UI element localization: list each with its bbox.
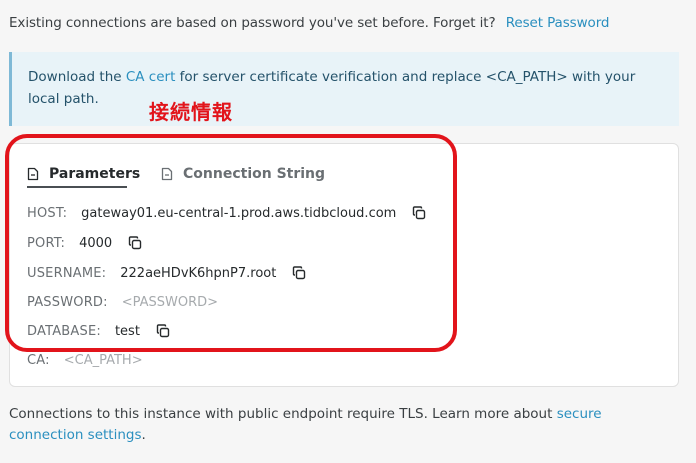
tls-notice-text: Connections to this instance with public… (9, 406, 557, 422)
ca-info-prefix: Download the (28, 69, 126, 85)
reset-password-link[interactable]: Reset Password (506, 15, 610, 31)
ca-label: CA: (27, 352, 50, 368)
host-label: HOST: (27, 205, 68, 221)
password-label: PASSWORD: (27, 294, 108, 310)
tab-connection-string[interactable]: Connection String (161, 160, 325, 188)
tls-notice: Connections to this instance with public… (9, 404, 679, 446)
param-row-ca: CA: <CA_PATH> (27, 351, 143, 369)
tls-notice-suffix: . (141, 427, 146, 443)
param-row-port: PORT: 4000 (27, 234, 142, 252)
username-value: 222aeHDvK6hpnP7.root (120, 265, 277, 281)
ca-cert-info-text: Download the CA cert for server certific… (28, 66, 658, 110)
copy-icon[interactable] (412, 206, 426, 220)
document-icon (161, 167, 173, 181)
tab-parameters[interactable]: Parameters (27, 160, 140, 188)
connection-panel: Existing connections are based on passwo… (0, 0, 696, 463)
ca-cert-info-box: Download the CA cert for server certific… (9, 52, 679, 126)
param-row-database: DATABASE: test (27, 322, 170, 340)
username-label: USERNAME: (27, 265, 107, 281)
database-value: test (114, 323, 140, 339)
document-icon (27, 167, 39, 181)
copy-icon[interactable] (292, 266, 306, 280)
annotation-label: 接続情報 (149, 100, 233, 124)
active-tab-indicator (27, 186, 127, 188)
host-value: gateway01.eu-central-1.prod.aws.tidbclou… (81, 205, 397, 221)
copy-icon[interactable] (156, 324, 170, 338)
copy-icon[interactable] (128, 236, 142, 250)
password-notice: Existing connections are based on passwo… (9, 15, 609, 31)
tab-connection-string-label: Connection String (183, 166, 326, 182)
database-label: DATABASE: (27, 323, 101, 339)
password-notice-text: Existing connections are based on passwo… (9, 15, 496, 31)
port-value: 4000 (79, 235, 113, 251)
password-placeholder: <PASSWORD> (121, 294, 219, 310)
param-row-username: USERNAME: 222aeHDvK6hpnP7.root (27, 264, 306, 282)
param-row-password: PASSWORD: <PASSWORD> (27, 293, 218, 311)
tab-parameters-label: Parameters (49, 166, 141, 182)
ca-cert-link[interactable]: CA cert (126, 69, 176, 85)
ca-path-placeholder: <CA_PATH> (63, 352, 143, 368)
param-row-host: HOST: gateway01.eu-central-1.prod.aws.ti… (27, 204, 426, 222)
port-label: PORT: (27, 235, 66, 251)
